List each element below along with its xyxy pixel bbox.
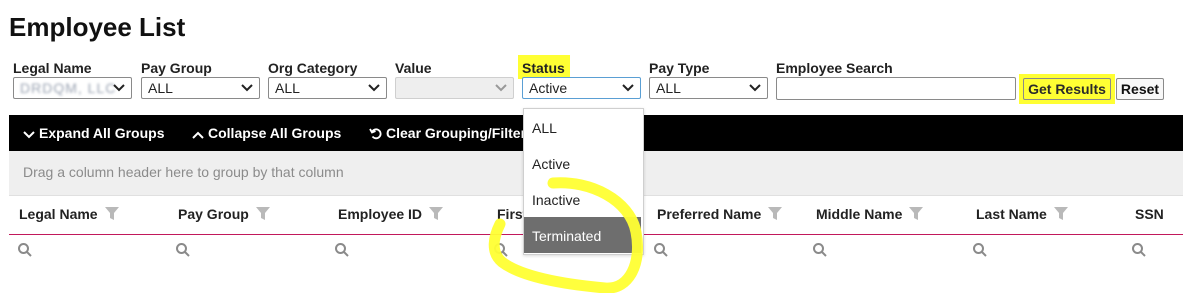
value-select[interactable] bbox=[395, 77, 514, 99]
undo-icon bbox=[369, 128, 382, 140]
clear-label: Clear Grouping/Filters bbox=[386, 125, 534, 141]
column-header-preferred-name[interactable]: Preferred Name bbox=[657, 206, 783, 222]
expand-all-groups-button[interactable]: Expand All Groups bbox=[23, 125, 165, 141]
status-select[interactable]: Active bbox=[522, 77, 641, 99]
option-label: Inactive bbox=[532, 192, 581, 208]
chevron-down-icon bbox=[113, 84, 125, 92]
pay-type-select[interactable]: ALL bbox=[649, 77, 768, 99]
reset-button[interactable]: Reset bbox=[1116, 78, 1164, 100]
column-title: Employee ID bbox=[338, 206, 423, 222]
column-header-ssn[interactable]: SSN bbox=[1135, 206, 1164, 222]
employee-search-label: Employee Search bbox=[776, 60, 893, 76]
column-title: SSN bbox=[1135, 206, 1164, 222]
chevron-down-icon bbox=[368, 84, 380, 92]
pay-type-label: Pay Type bbox=[649, 60, 710, 76]
collapse-label: Collapse All Groups bbox=[208, 125, 342, 141]
status-option-active[interactable]: Active bbox=[524, 145, 641, 181]
page-title: Employee List bbox=[9, 12, 186, 42]
filter-icon[interactable] bbox=[104, 206, 120, 222]
column-header-pay-group[interactable]: Pay Group bbox=[178, 206, 271, 222]
column-title: Middle Name bbox=[816, 206, 903, 222]
legal-name-label: Legal Name bbox=[13, 60, 92, 76]
chevron-down-icon bbox=[23, 131, 35, 139]
legal-name-select[interactable]: DRDQM, LLC bbox=[13, 77, 132, 99]
search-icon[interactable] bbox=[653, 242, 669, 258]
org-category-label: Org Category bbox=[268, 60, 358, 76]
search-icon[interactable] bbox=[175, 242, 191, 258]
status-option-terminated[interactable]: Terminated bbox=[524, 217, 641, 253]
org-category-value: ALL bbox=[275, 80, 300, 96]
clear-grouping-filters-button[interactable]: Clear Grouping/Filters bbox=[369, 125, 534, 141]
column-title: Preferred Name bbox=[657, 206, 762, 222]
column-header-legal-name[interactable]: Legal Name bbox=[19, 206, 120, 222]
option-label: Active bbox=[532, 156, 571, 172]
status-option-inactive[interactable]: Inactive bbox=[524, 181, 641, 217]
filter-icon[interactable] bbox=[428, 206, 444, 222]
chevron-up-icon bbox=[192, 131, 204, 139]
chevron-down-icon bbox=[622, 84, 634, 92]
pay-type-value: ALL bbox=[656, 80, 681, 96]
search-icon[interactable] bbox=[1131, 242, 1147, 258]
group-hint-text: Drag a column header here to group by th… bbox=[23, 164, 344, 180]
search-icon[interactable] bbox=[972, 242, 988, 258]
column-header-last-name[interactable]: Last Name bbox=[976, 206, 1069, 222]
status-label: Status bbox=[522, 60, 565, 76]
collapse-all-groups-button[interactable]: Collapse All Groups bbox=[192, 125, 341, 141]
column-title: Last Name bbox=[976, 206, 1047, 222]
get-results-button[interactable]: Get Results bbox=[1023, 78, 1111, 100]
option-label: Terminated bbox=[532, 228, 602, 244]
chevron-down-icon bbox=[495, 84, 507, 92]
expand-label: Expand All Groups bbox=[39, 125, 165, 141]
chevron-down-icon bbox=[749, 84, 761, 92]
column-title: Legal Name bbox=[19, 206, 98, 222]
status-value: Active bbox=[529, 80, 568, 96]
pay-group-select[interactable]: ALL bbox=[141, 77, 260, 99]
search-icon[interactable] bbox=[334, 242, 350, 258]
option-label: ALL bbox=[532, 120, 557, 136]
search-icon[interactable] bbox=[812, 242, 828, 258]
pay-group-label: Pay Group bbox=[141, 60, 212, 76]
filter-icon[interactable] bbox=[767, 206, 783, 222]
chevron-down-icon bbox=[241, 84, 253, 92]
status-option-all[interactable]: ALL bbox=[524, 109, 641, 145]
employee-search-input[interactable] bbox=[776, 77, 1016, 100]
value-label: Value bbox=[395, 60, 432, 76]
legal-name-value: DRDQM, LLC bbox=[20, 80, 117, 96]
column-header-middle-name[interactable]: Middle Name bbox=[816, 206, 924, 222]
pay-group-value: ALL bbox=[148, 80, 173, 96]
filter-icon[interactable] bbox=[908, 206, 924, 222]
filter-icon[interactable] bbox=[255, 206, 271, 222]
filter-icon[interactable] bbox=[1053, 206, 1069, 222]
search-icon[interactable] bbox=[493, 242, 509, 258]
status-dropdown-list: ALL Active Inactive Terminated bbox=[523, 108, 644, 255]
search-icon[interactable] bbox=[17, 242, 33, 258]
column-title: Pay Group bbox=[178, 206, 249, 222]
column-header-employee-id[interactable]: Employee ID bbox=[338, 206, 444, 222]
org-category-select[interactable]: ALL bbox=[268, 77, 387, 99]
